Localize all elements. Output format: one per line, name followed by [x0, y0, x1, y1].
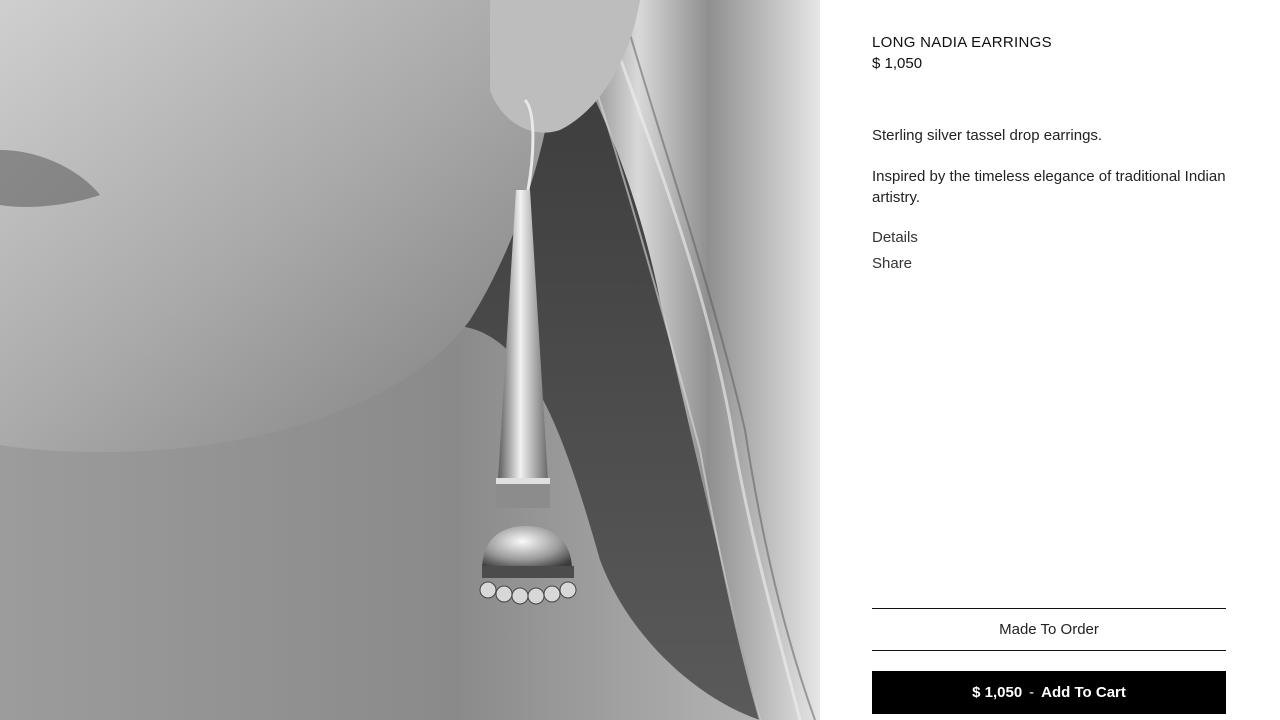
- share-link[interactable]: Share: [872, 255, 912, 273]
- product-image: [0, 0, 820, 720]
- product-description-short: Sterling silver tassel drop earrings.: [872, 127, 1103, 144]
- made-to-order-option[interactable]: Made To Order: [872, 608, 1226, 651]
- product-price: $ 1,050: [872, 55, 923, 72]
- add-to-cart-label: Add To Cart: [1041, 684, 1126, 701]
- product-description-long: Inspired by the timeless elegance of tra…: [872, 168, 1226, 206]
- add-to-cart-button[interactable]: $ 1,050 - Add To Cart: [872, 671, 1226, 714]
- made-to-order-label: Made To Order: [999, 621, 1099, 638]
- cart-button-separator: -: [1029, 684, 1035, 701]
- cart-button-price: $ 1,050: [972, 684, 1023, 701]
- model-earring-photo: [0, 0, 820, 720]
- details-link[interactable]: Details: [872, 229, 918, 247]
- product-title: LONG NADIA EARRINGS: [872, 34, 1052, 51]
- product-info-panel: LONG NADIA EARRINGS $ 1,050 Sterling sil…: [820, 0, 1280, 720]
- product-page: LONG NADIA EARRINGS $ 1,050 Sterling sil…: [0, 0, 1280, 720]
